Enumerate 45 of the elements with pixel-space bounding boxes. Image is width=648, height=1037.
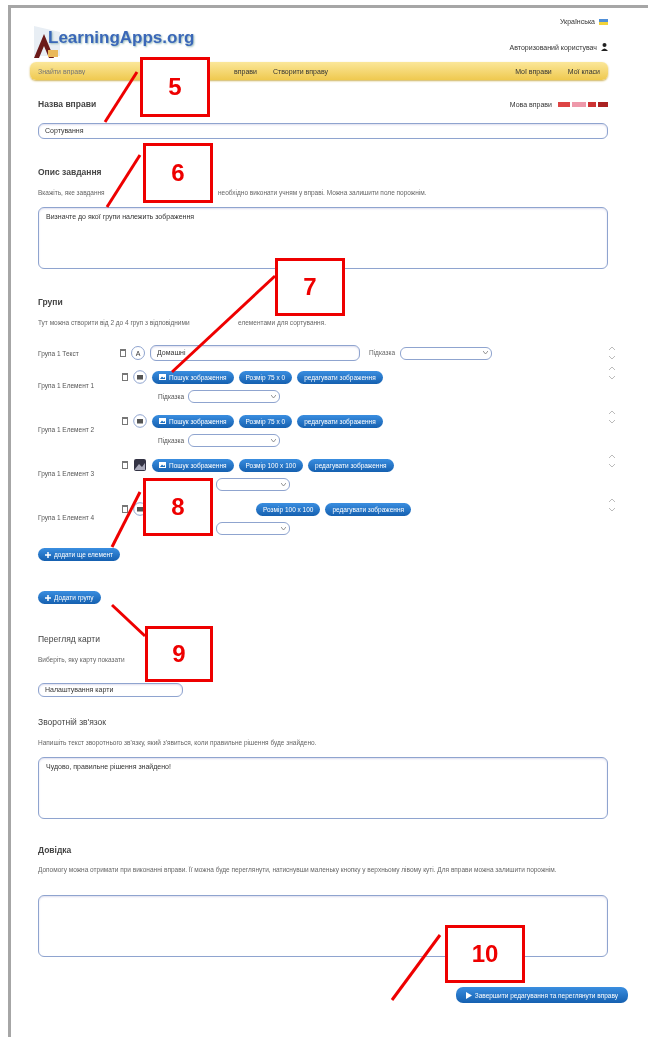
reorder-arrows-icon[interactable] <box>608 346 616 360</box>
reorder-arrows-icon[interactable] <box>608 410 616 424</box>
leader-line <box>390 934 442 1001</box>
hint-select[interactable] <box>216 478 290 491</box>
image-placeholder-icon[interactable] <box>133 414 147 428</box>
callout-number: 5 <box>140 57 210 117</box>
section-title: Перегляд карти <box>38 634 100 644</box>
image-placeholder-icon[interactable] <box>133 370 147 384</box>
callout-number: 8 <box>143 478 213 536</box>
trash-icon[interactable] <box>122 417 128 425</box>
section-title: Зворотній зв'язок <box>38 717 107 727</box>
leader-line <box>105 154 142 208</box>
image-icon <box>159 462 166 468</box>
trash-icon[interactable] <box>122 373 128 381</box>
image-icon <box>159 374 166 380</box>
section-title: Групи <box>38 297 63 307</box>
play-icon <box>465 991 472 999</box>
reorder-arrows-icon[interactable] <box>608 498 616 512</box>
image-icon <box>159 418 166 424</box>
flag-icon <box>599 18 608 25</box>
rating-icon <box>558 100 608 108</box>
trash-icon[interactable] <box>122 461 128 469</box>
hint-select[interactable] <box>188 434 281 447</box>
plus-icon <box>45 594 51 601</box>
section-title: Опис завдання <box>38 167 102 177</box>
logo-text[interactable]: LearningApps.org <box>48 28 195 48</box>
callout-number: 10 <box>445 925 525 983</box>
leader-line <box>110 603 147 638</box>
reorder-arrows-icon[interactable] <box>608 454 616 468</box>
plus-icon <box>45 551 51 558</box>
callout-number: 7 <box>275 258 345 316</box>
reorder-arrows-icon[interactable] <box>608 366 616 380</box>
user-icon[interactable] <box>601 43 608 51</box>
callout-number: 6 <box>143 143 213 203</box>
section-title: Довідка <box>38 845 72 855</box>
trash-icon[interactable] <box>122 505 128 513</box>
hint-select[interactable] <box>188 390 281 403</box>
leader-line <box>110 491 142 548</box>
leader-line <box>103 71 139 123</box>
image-thumbnail-icon[interactable] <box>133 458 147 472</box>
hint-select[interactable] <box>400 346 493 360</box>
callout-number: 9 <box>145 626 213 682</box>
section-title: Назва вправи <box>38 99 97 109</box>
trash-icon[interactable] <box>120 349 126 357</box>
hint-select[interactable] <box>216 522 290 535</box>
